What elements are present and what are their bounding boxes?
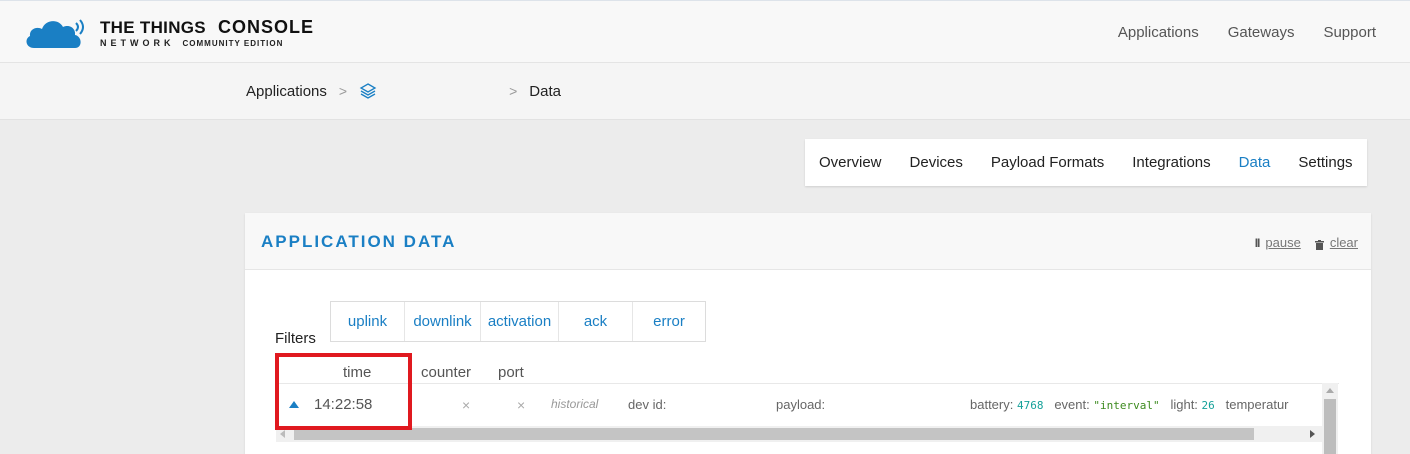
- tab-overview[interactable]: Overview: [805, 139, 896, 186]
- filters-label: Filters: [275, 330, 316, 347]
- field-temperature-key: temperatur: [1225, 397, 1289, 412]
- brand-edition: COMMUNITY EDITION: [182, 39, 284, 48]
- tab-data[interactable]: Data: [1225, 139, 1285, 186]
- pause-button[interactable]: pause: [1265, 235, 1300, 250]
- filter-group: uplink downlink activation ack error: [330, 301, 706, 342]
- breadcrumb-data: Data: [529, 82, 561, 100]
- clear-button[interactable]: clear: [1330, 235, 1358, 250]
- brand-network: NETWORK: [100, 38, 175, 48]
- app-tabs: Overview Devices Payload Formats Integra…: [805, 139, 1367, 186]
- scroll-up-icon[interactable]: [1326, 388, 1334, 393]
- scroll-left-icon[interactable]: [280, 430, 285, 438]
- layers-icon[interactable]: [359, 82, 377, 100]
- field-event-value: "interval": [1093, 399, 1160, 412]
- cloud-logo-icon: [24, 15, 88, 51]
- breadcrumb-applications[interactable]: Applications: [246, 83, 327, 100]
- brand-name: THE THINGS: [100, 18, 206, 37]
- panel-title: APPLICATION DATA: [261, 232, 457, 251]
- row-payload-fields: battery: 4768 event: "interval" light: 2…: [970, 397, 1289, 412]
- column-header-port[interactable]: port: [498, 364, 524, 381]
- field-light-value: 26: [1201, 399, 1215, 412]
- tab-integrations[interactable]: Integrations: [1118, 139, 1224, 186]
- filter-ack[interactable]: ack: [559, 302, 633, 341]
- chevron-right-icon: >: [509, 83, 518, 99]
- filter-downlink[interactable]: downlink: [405, 302, 481, 341]
- column-header-counter[interactable]: counter: [421, 364, 471, 381]
- breadcrumb-bar: Applications > > Data: [0, 63, 1410, 120]
- tab-devices[interactable]: Devices: [896, 139, 977, 186]
- tab-settings[interactable]: Settings: [1284, 139, 1366, 186]
- filter-activation[interactable]: activation: [481, 302, 559, 341]
- field-battery-key: battery:: [970, 397, 1014, 412]
- row-port: ×: [517, 397, 526, 413]
- brand-text: THE THINGS CONSOLE NETWORK COMMUNITY EDITI…: [100, 18, 314, 48]
- nav-applications[interactable]: Applications: [1118, 24, 1199, 41]
- vertical-scrollbar[interactable]: [1322, 383, 1338, 454]
- brand-console: CONSOLE: [217, 17, 314, 37]
- row-counter: ×: [462, 397, 471, 413]
- field-light-key: light:: [1170, 397, 1198, 412]
- pause-icon[interactable]: II: [1255, 236, 1261, 250]
- tab-payload-formats[interactable]: Payload Formats: [977, 139, 1118, 186]
- ttn-logo[interactable]: THE THINGS CONSOLE NETWORK COMMUNITY EDITI…: [24, 15, 314, 51]
- filter-error[interactable]: error: [633, 302, 705, 341]
- row-payload-label: payload:: [776, 397, 826, 412]
- nav-support[interactable]: Support: [1323, 24, 1376, 41]
- trash-icon[interactable]: [1314, 238, 1324, 250]
- filter-uplink[interactable]: uplink: [331, 302, 405, 341]
- table-row[interactable]: 14:22:58 × × historical dev id: payload:…: [276, 383, 1339, 426]
- nav-gateways[interactable]: Gateways: [1228, 24, 1295, 41]
- breadcrumb: Applications > > Data: [246, 82, 561, 100]
- chevron-right-icon: >: [338, 83, 348, 99]
- top-navbar: THE THINGS CONSOLE NETWORK COMMUNITY EDITI…: [0, 0, 1410, 63]
- scroll-thumb[interactable]: [294, 428, 1254, 440]
- horizontal-scrollbar[interactable]: [276, 426, 1322, 442]
- panel-actions: II pause clear: [1255, 235, 1358, 250]
- row-dev-id-label: dev id:: [628, 397, 667, 412]
- field-battery-value: 4768: [1016, 399, 1044, 412]
- scroll-right-icon[interactable]: [1310, 430, 1315, 438]
- field-event-key: event:: [1054, 397, 1090, 412]
- row-historical-tag: historical: [551, 397, 599, 411]
- panel-header: APPLICATION DATA II pause clear: [245, 213, 1371, 270]
- highlight-box: [275, 353, 412, 430]
- top-nav: Applications Gateways Support: [1118, 24, 1376, 41]
- scroll-thumb[interactable]: [1324, 399, 1336, 454]
